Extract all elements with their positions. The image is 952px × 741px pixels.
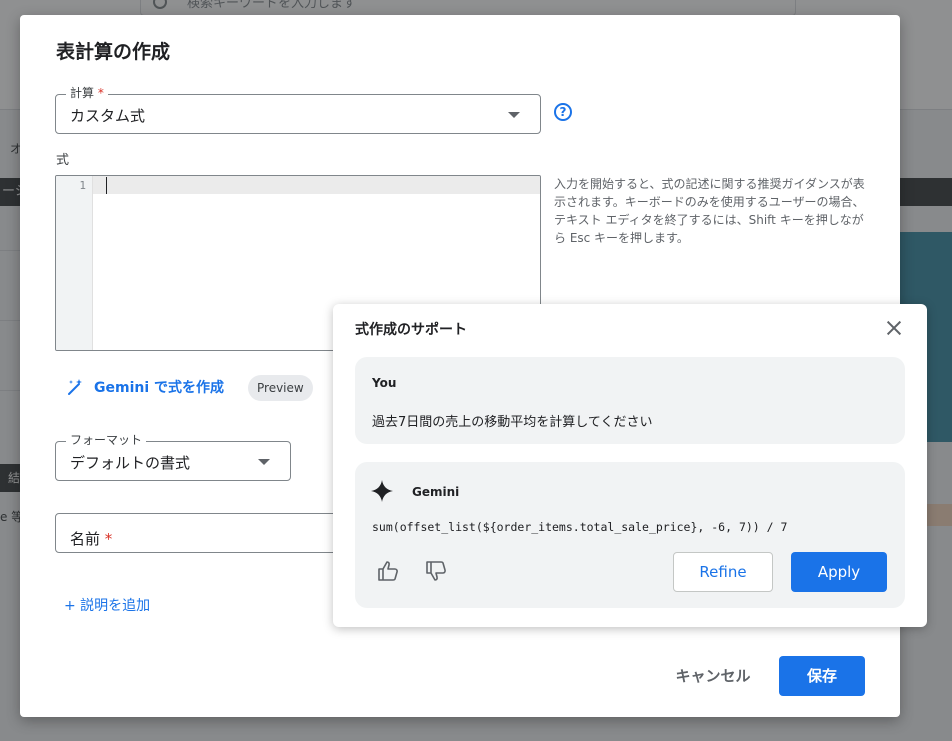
close-icon[interactable]: [885, 319, 903, 337]
calculation-type-select[interactable]: 計算 * カスタム式: [55, 86, 541, 134]
formula-assist-panel: 式作成のサポート You 過去7日間の売上の移動平均を計算してください Gemi…: [333, 304, 927, 627]
help-icon[interactable]: ?: [554, 103, 572, 121]
formula-hint-text: 入力を開始すると、式の記述に関する推奨ガイダンスが表示されます。キーボードのみを…: [554, 177, 865, 245]
formula-label: 式: [56, 153, 70, 168]
dialog-title: 表計算の作成: [56, 41, 171, 63]
thumbs-down-icon[interactable]: [425, 560, 447, 582]
gemini-label: Gemini: [412, 485, 460, 499]
required-mark: *: [104, 530, 113, 548]
format-label: フォーマット: [66, 433, 147, 447]
user-message-card: You 過去7日間の売上の移動平均を計算してください: [355, 357, 905, 444]
apply-button[interactable]: Apply: [791, 552, 887, 592]
calculation-type-value: カスタム式: [70, 107, 146, 125]
save-button[interactable]: 保存: [779, 656, 865, 696]
required-mark: *: [97, 86, 104, 100]
assist-panel-title: 式作成のサポート: [355, 322, 467, 338]
user-message: 過去7日間の売上の移動平均を計算してください: [372, 415, 653, 430]
name-placeholder: 名前 *: [70, 530, 113, 548]
gemini-response-card: Gemini sum(offset_list(${order_items.tot…: [355, 462, 905, 608]
calculation-type-label: 計算 *: [66, 86, 108, 100]
cancel-button[interactable]: キャンセル: [660, 657, 766, 695]
thumbs-up-icon[interactable]: [377, 560, 399, 582]
gemini-sparkle-icon: [371, 480, 393, 502]
gemini-link-label: Gemini で式を作成: [94, 380, 225, 396]
refine-button[interactable]: Refine: [673, 552, 773, 592]
gemini-create-formula-link[interactable]: Gemini で式を作成: [66, 377, 224, 397]
preview-badge: Preview: [248, 375, 313, 401]
line-number: 1: [79, 179, 86, 192]
chevron-down-icon: [258, 459, 270, 465]
format-value: デフォルトの書式: [70, 454, 191, 472]
user-label: You: [372, 376, 397, 390]
chevron-down-icon: [508, 112, 520, 118]
format-select[interactable]: フォーマット デフォルトの書式: [55, 433, 291, 481]
editor-gutter: 1: [56, 176, 93, 350]
generated-formula: sum(offset_list(${order_items.total_sale…: [372, 520, 788, 534]
add-description-link[interactable]: + 説明を追加: [64, 595, 150, 615]
magic-wand-icon: [68, 379, 82, 395]
editor-cursor: [106, 177, 107, 194]
editor-active-line: [93, 176, 540, 194]
